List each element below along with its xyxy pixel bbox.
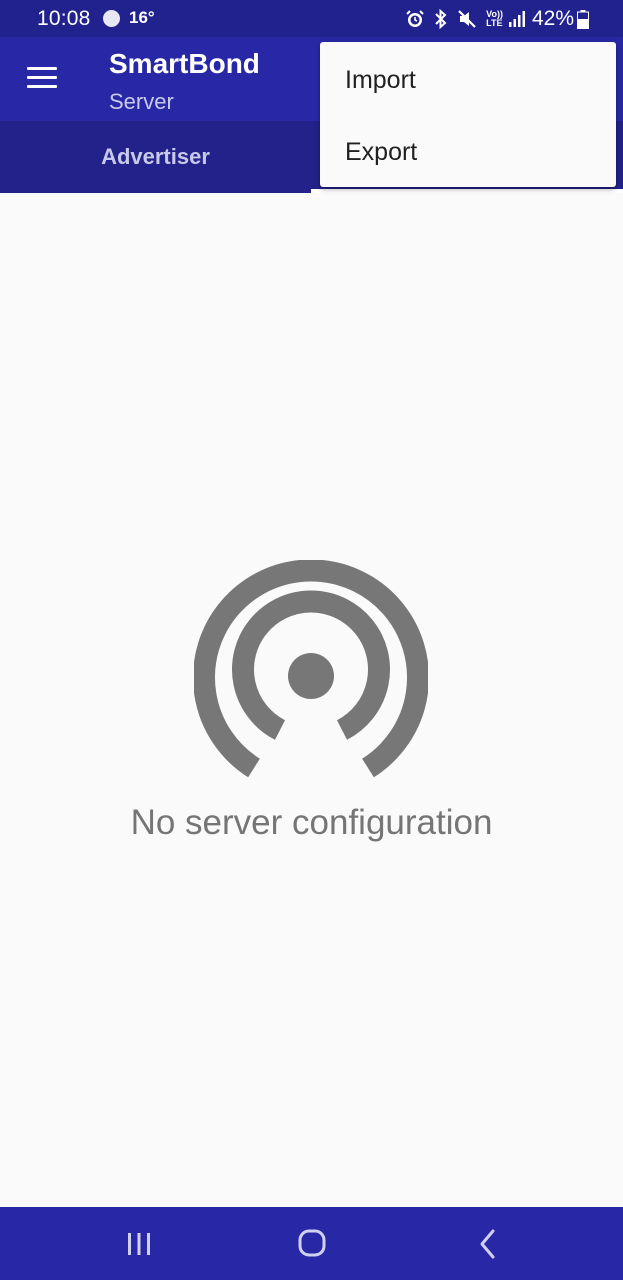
menu-item-export[interactable]: Export <box>320 116 616 188</box>
tab-indicator <box>311 189 623 193</box>
menu-item-import[interactable]: Import <box>320 44 616 116</box>
battery-percent: 42% <box>531 7 574 30</box>
app-subtitle: Server <box>109 89 174 114</box>
app-screen: 10:08 16° Vo)) LTE 42% SmartBond Server … <box>0 0 623 1280</box>
hamburger-icon-line-1 <box>27 67 57 70</box>
mute-icon <box>458 10 476 28</box>
empty-state-message: No server configuration <box>130 803 493 842</box>
recent-apps-icon[interactable] <box>109 1221 169 1267</box>
system-nav-bar <box>0 1207 623 1280</box>
volte-label-bottom: LTE <box>486 18 503 28</box>
app-title: SmartBond <box>109 48 260 79</box>
hamburger-icon-line-3 <box>27 85 57 88</box>
signal-icon <box>508 11 525 27</box>
weather-icon <box>103 10 120 27</box>
broadcast-icon <box>194 560 428 778</box>
battery-icon <box>577 9 589 29</box>
back-icon[interactable] <box>457 1221 517 1267</box>
home-icon[interactable] <box>282 1221 342 1267</box>
status-temperature: 16° <box>129 8 155 27</box>
hamburger-icon-line-2 <box>27 76 57 79</box>
navigation-menu-button[interactable] <box>18 55 66 101</box>
overflow-menu: Import Export <box>320 42 616 187</box>
status-time: 10:08 <box>37 7 91 30</box>
status-bar: 10:08 16° Vo)) LTE 42% <box>0 0 623 37</box>
tab-advertiser[interactable]: Advertiser <box>0 121 311 193</box>
status-icons: Vo)) LTE 42% <box>396 7 589 31</box>
alarm-icon <box>406 10 424 27</box>
bluetooth-icon <box>435 9 447 29</box>
volte-icon: Vo)) LTE <box>486 10 503 28</box>
